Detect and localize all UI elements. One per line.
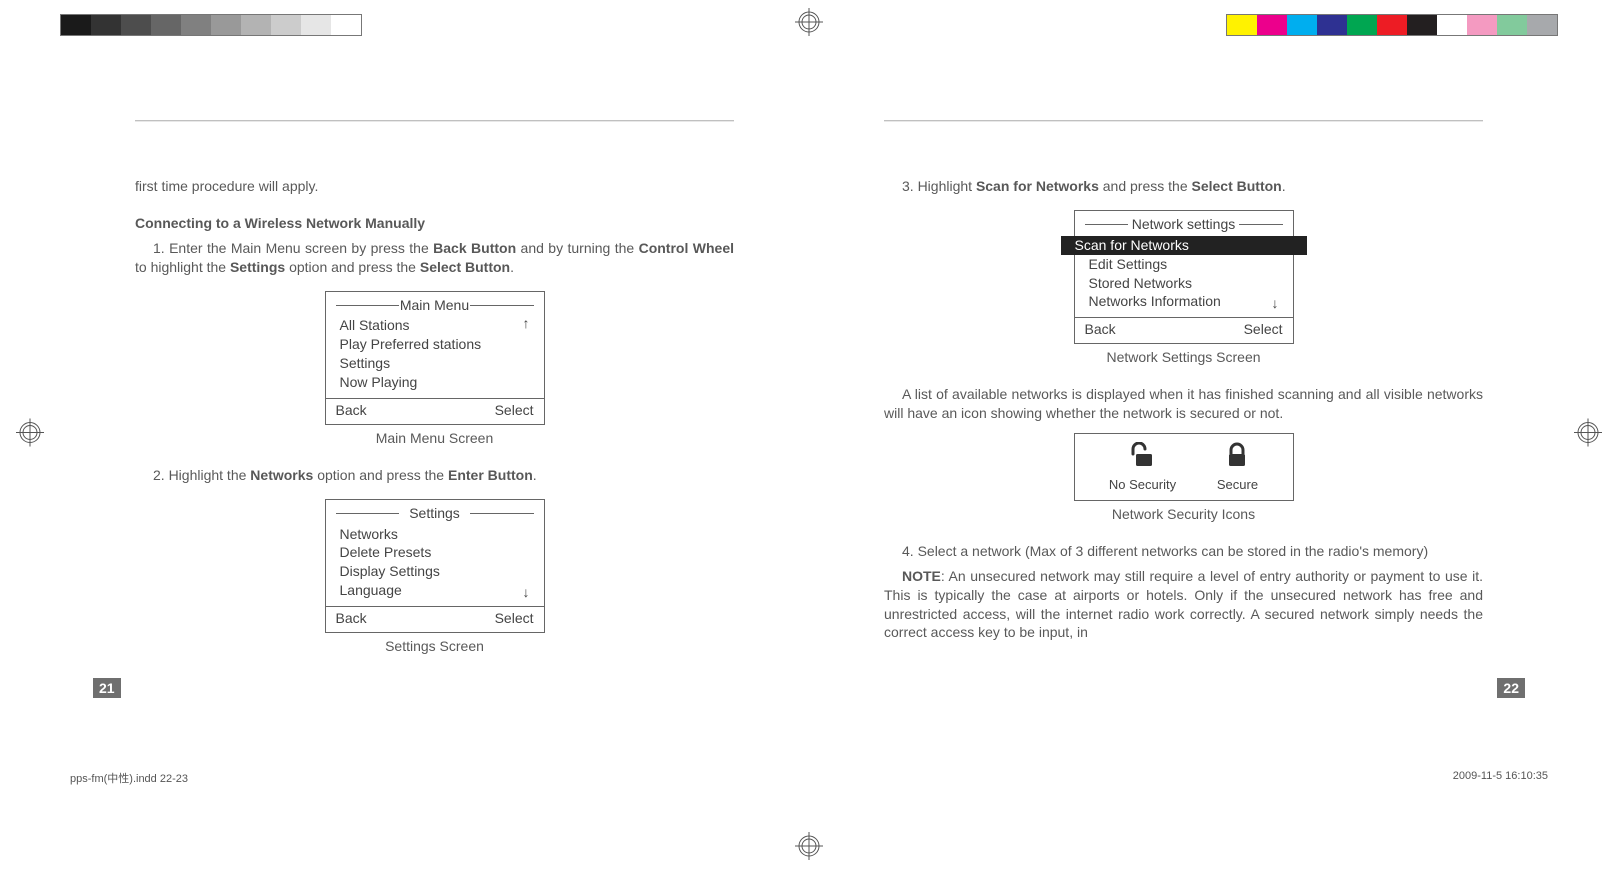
- arrow-up-icon: ↑: [523, 314, 530, 333]
- back-label: Back: [1085, 320, 1116, 339]
- network-settings-screen: Network settings Scan for Networks Edit …: [1074, 210, 1294, 344]
- back-button-label: Back Button: [433, 240, 516, 256]
- note-paragraph: NOTE: An unsecured network may still req…: [884, 567, 1483, 643]
- screen-title: Main Menu: [336, 296, 534, 315]
- menu-items: Scan for Networks Edit Settings Stored N…: [1075, 234, 1293, 318]
- screen-caption: Main Menu Screen: [135, 429, 734, 448]
- menu-item: Display Settings: [340, 562, 530, 581]
- registration-mark-top: [794, 0, 824, 30]
- grey-step-wedge: [60, 14, 362, 36]
- footer-meta: pps-fm(中性).indd 22-23 2009-11-5 16:10:35: [70, 770, 1548, 786]
- secure-icon: [1224, 442, 1250, 473]
- menu-items: ↑ All Stations Play Preferred stations S…: [326, 314, 544, 398]
- text: to highlight the: [135, 259, 230, 275]
- page-left: first time procedure will apply. Connect…: [135, 120, 734, 713]
- screen-title: Network settings: [1085, 215, 1283, 234]
- note-text: : An unsecured network may still require…: [884, 568, 1483, 641]
- menu-item: Delete Presets: [340, 543, 530, 562]
- paragraph-scan-result: A list of available networks is displaye…: [884, 385, 1483, 423]
- registration-mark-left: [10, 418, 40, 451]
- step-1: 1. Enter the Main Menu screen by press t…: [135, 239, 734, 277]
- page-number-right: 22: [1497, 678, 1525, 698]
- secure-col: Secure: [1217, 442, 1258, 494]
- menu-item: Networks Information: [1089, 292, 1279, 311]
- icons-caption: Network Security Icons: [884, 505, 1483, 524]
- screen-caption: Settings Screen: [135, 637, 734, 656]
- networks-label: Networks: [250, 467, 313, 483]
- select-label: Select: [495, 609, 534, 628]
- step-3: 3. Highlight Scan for Networks and press…: [884, 177, 1483, 196]
- back-label: Back: [336, 401, 367, 420]
- text: 2. Highlight the: [153, 467, 250, 483]
- screen-caption: Network Settings Screen: [884, 348, 1483, 367]
- registration-mark-right: [1578, 418, 1608, 451]
- network-security-icons-box: No Security Secure: [1074, 433, 1294, 501]
- text: option and press the: [313, 467, 448, 483]
- page-right: 3. Highlight Scan for Networks and press…: [884, 120, 1483, 713]
- select-label: Select: [1244, 320, 1283, 339]
- select-button-label: Select Button: [1192, 178, 1282, 194]
- arrow-down-icon: ↓: [1272, 294, 1279, 313]
- text: .: [533, 467, 537, 483]
- menu-items: Networks Delete Presets Display Settings…: [326, 523, 544, 607]
- screen-footer: Back Select: [326, 398, 544, 424]
- menu-item: All Stations: [340, 316, 530, 335]
- menu-item: Stored Networks: [1089, 274, 1279, 293]
- color-patches: [1226, 14, 1558, 36]
- no-security-icon: [1127, 442, 1157, 473]
- scan-networks-label: Scan for Networks: [976, 178, 1099, 194]
- text: and press the: [1099, 178, 1192, 194]
- menu-item-selected: Scan for Networks: [1061, 236, 1307, 255]
- step-4: 4. Select a network (Max of 3 different …: [884, 542, 1483, 561]
- enter-button-label: Enter Button: [448, 467, 533, 483]
- menu-item: Now Playing: [340, 373, 530, 392]
- header-rule: [884, 120, 1483, 122]
- back-label: Back: [336, 609, 367, 628]
- text: option and press the: [285, 259, 420, 275]
- settings-screen: Settings Networks Delete Presets Display…: [325, 499, 545, 633]
- page-spread: first time procedure will apply. Connect…: [135, 120, 1483, 713]
- secure-label: Secure: [1217, 476, 1258, 494]
- footer-timestamp: 2009-11-5 16:10:35: [1453, 770, 1548, 786]
- screen-footer: Back Select: [1075, 317, 1293, 343]
- menu-item: Play Preferred stations: [340, 335, 530, 354]
- menu-item: Edit Settings: [1089, 255, 1279, 274]
- text: and by turning the: [516, 240, 638, 256]
- text: 1. Enter the Main Menu screen by press t…: [153, 240, 433, 256]
- no-security-col: No Security: [1109, 442, 1176, 494]
- page-number-left: 21: [93, 678, 121, 698]
- arrow-down-icon: ↓: [523, 583, 530, 602]
- registration-mark-bottom: [794, 838, 824, 868]
- text: .: [1282, 178, 1286, 194]
- menu-item: Settings: [340, 354, 530, 373]
- menu-item: Language: [340, 581, 530, 600]
- text: 3. Highlight: [902, 178, 976, 194]
- step-2: 2. Highlight the Networks option and pre…: [135, 466, 734, 485]
- select-label: Select: [495, 401, 534, 420]
- no-security-label: No Security: [1109, 476, 1176, 494]
- text: .: [510, 259, 514, 275]
- continuation-text: first time procedure will apply.: [135, 177, 734, 196]
- select-button-label: Select Button: [420, 259, 510, 275]
- note-label: NOTE: [902, 568, 941, 584]
- footer-filename: pps-fm(中性).indd 22-23: [70, 770, 188, 786]
- main-menu-screen: Main Menu ↑ All Stations Play Preferred …: [325, 291, 545, 425]
- menu-item: Networks: [340, 525, 530, 544]
- settings-label: Settings: [230, 259, 285, 275]
- screen-title: Settings: [336, 504, 534, 523]
- control-wheel-label: Control Wheel: [639, 240, 734, 256]
- section-heading: Connecting to a Wireless Network Manuall…: [135, 214, 734, 233]
- screen-footer: Back Select: [326, 606, 544, 632]
- header-rule: [135, 120, 734, 122]
